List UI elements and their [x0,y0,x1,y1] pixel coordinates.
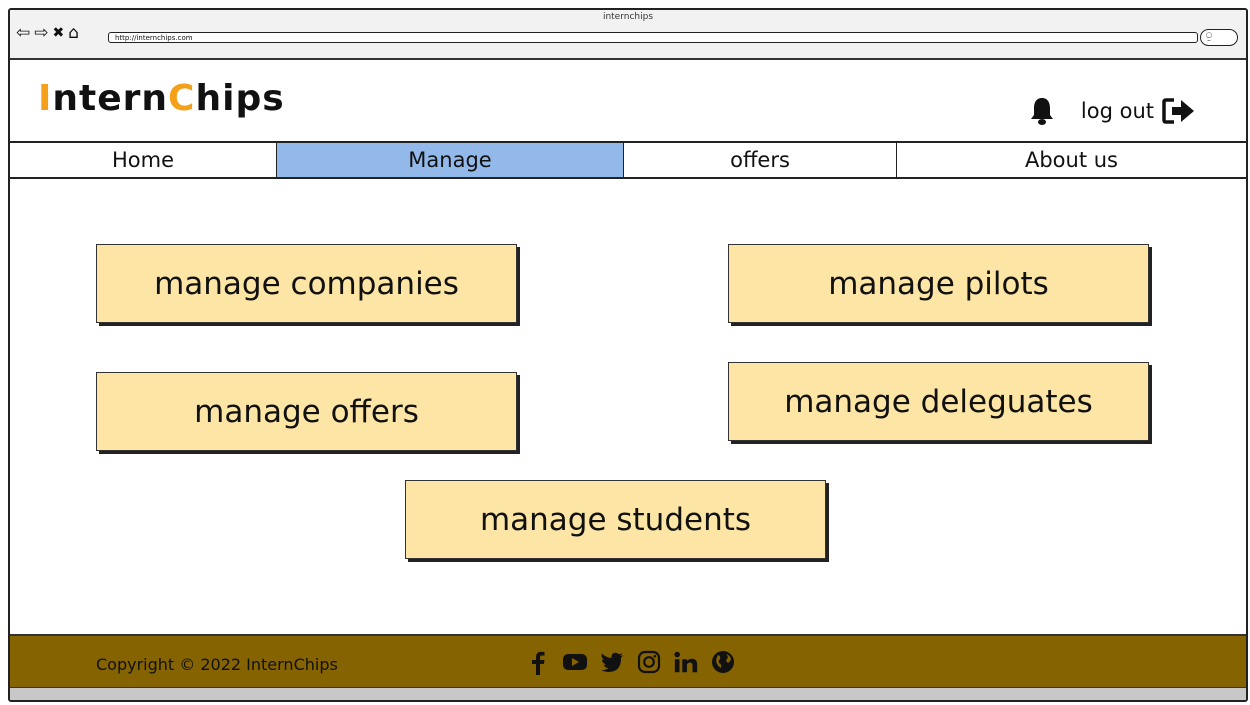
tab-home[interactable]: Home [10,143,277,177]
site-logo[interactable]: InternChips [38,78,285,119]
manage-students-button[interactable]: manage students [405,480,826,559]
browser-search-icon[interactable]: ⍜ [1200,29,1238,46]
manage-delegates-button[interactable]: manage deleguates [728,362,1149,441]
youtube-icon[interactable] [562,649,588,675]
home-icon[interactable]: ⌂ [68,24,79,42]
logo-letter-c: C [168,78,196,119]
manage-companies-button[interactable]: manage companies [96,244,517,323]
browser-window: internchips ⇦ ⇨ ✖ ⌂ http://internchips.c… [8,8,1248,702]
logout-button[interactable]: log out [1081,97,1196,125]
bell-icon[interactable] [1029,96,1055,126]
manage-pilots-button[interactable]: manage pilots [728,244,1149,323]
main-nav: Home Manage offers About us [10,141,1246,179]
tab-about-us[interactable]: About us [897,143,1246,177]
twitter-icon[interactable] [599,649,625,675]
browser-status-bar [10,687,1246,700]
logo-letter-i: I [38,78,53,119]
logo-text-hips: hips [195,78,285,119]
footer: Copyright © 2022 InternChips [10,634,1246,692]
globe-icon[interactable] [710,649,736,675]
manage-offers-button[interactable]: manage offers [96,372,517,451]
tab-offers[interactable]: offers [624,143,897,177]
browser-title: internchips [602,12,654,22]
copyright-text: Copyright © 2022 InternChips [96,655,338,674]
facebook-icon[interactable] [525,649,551,675]
social-links [525,649,736,675]
close-icon[interactable]: ✖ [53,24,65,42]
instagram-icon[interactable] [636,649,662,675]
logo-text-ntern: ntern [52,78,169,119]
tab-manage[interactable]: Manage [277,143,624,177]
browser-nav-buttons: ⇦ ⇨ ✖ ⌂ [16,24,79,42]
logout-label: log out [1080,99,1154,123]
back-icon[interactable]: ⇦ [16,24,30,42]
header-actions: log out [1029,96,1196,126]
url-bar[interactable]: http://internchips.com [108,32,1198,43]
sign-out-icon [1162,98,1194,124]
forward-icon[interactable]: ⇨ [34,24,48,42]
browser-chrome: internchips ⇦ ⇨ ✖ ⌂ http://internchips.c… [10,10,1246,60]
linkedin-icon[interactable] [673,649,699,675]
